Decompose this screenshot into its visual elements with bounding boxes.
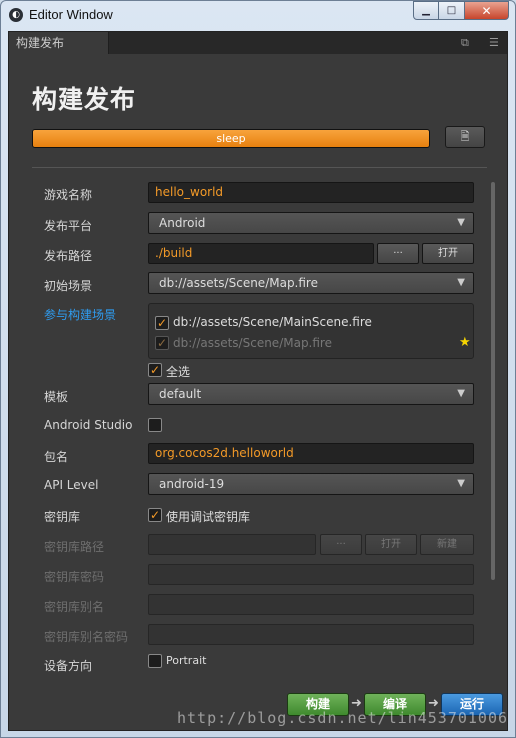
new-keystore-button: 新建 bbox=[420, 534, 474, 555]
platform-value: Android bbox=[159, 216, 206, 230]
android-studio-label: Android Studio bbox=[44, 418, 133, 432]
watermark: http://blog.csdn.net/lin453701006 bbox=[177, 709, 509, 727]
dropdown-arrow-icon: ▼ bbox=[457, 217, 465, 228]
api-level-select[interactable]: android-19 ▼ bbox=[148, 473, 474, 495]
select-all-label: 全选 bbox=[166, 365, 191, 379]
build-path-input[interactable]: ./build bbox=[148, 243, 374, 264]
tab-bar: 构建发布 ⧉ ☰ bbox=[9, 32, 507, 54]
debug-keystore-checkbox[interactable]: ✓ bbox=[148, 508, 162, 522]
template-select[interactable]: default ▼ bbox=[148, 383, 474, 405]
popout-icon[interactable]: ⧉ bbox=[461, 36, 469, 50]
keystore-alias-label: 密钥库别名 bbox=[44, 600, 105, 614]
scene-path-map: db://assets/Scene/Map.fire bbox=[173, 336, 332, 350]
api-level-value: android-19 bbox=[159, 477, 225, 491]
keystore-path-input bbox=[148, 534, 316, 555]
progress-label: sleep bbox=[216, 132, 246, 145]
divider bbox=[32, 167, 487, 168]
document-icon: 🗎 bbox=[460, 130, 470, 143]
orientation-label: 设备方向 bbox=[44, 659, 93, 673]
app-icon: ◐ bbox=[9, 8, 23, 22]
portrait-checkbox[interactable] bbox=[148, 654, 162, 668]
platform-select[interactable]: Android ▼ bbox=[148, 212, 474, 234]
build-panel: 构建发布 ⧉ ☰ 构建发布 sleep 🗎 游戏名称 hello_world 发… bbox=[8, 31, 508, 731]
keystore-path-label: 密钥库路径 bbox=[44, 540, 105, 554]
title-bar[interactable]: ◐ Editor Window ▁ □ ✕ bbox=[1, 1, 515, 29]
game-name-input[interactable]: hello_world bbox=[148, 182, 474, 203]
platform-label: 发布平台 bbox=[44, 219, 93, 233]
select-all-checkbox[interactable]: ✓ bbox=[148, 363, 162, 377]
scene-checkbox-map: ✓ bbox=[155, 336, 169, 350]
keystore-password-label: 密钥库密码 bbox=[44, 570, 105, 584]
portrait-label: Portrait bbox=[166, 654, 207, 667]
template-label: 模板 bbox=[44, 390, 69, 404]
scene-path-mainscene: db://assets/Scene/MainScene.fire bbox=[173, 315, 372, 329]
open-build-path-button[interactable]: 打开 bbox=[422, 243, 474, 264]
browse-keystore-button: ··· bbox=[320, 534, 362, 555]
keystore-alias-password-label: 密钥库别名密码 bbox=[44, 630, 129, 644]
debug-keystore-label: 使用调试密钥库 bbox=[166, 510, 251, 524]
open-keystore-button: 打开 bbox=[365, 534, 417, 555]
keystore-alias-password-input bbox=[148, 624, 474, 645]
menu-icon[interactable]: ☰ bbox=[489, 36, 499, 49]
package-name-input[interactable]: org.cocos2d.helloworld bbox=[148, 443, 474, 464]
open-log-button[interactable]: 🗎 bbox=[445, 126, 485, 148]
template-value: default bbox=[159, 387, 202, 401]
build-progress-bar: sleep bbox=[32, 129, 430, 148]
package-name-label: 包名 bbox=[44, 450, 69, 464]
dropdown-arrow-icon: ▼ bbox=[457, 478, 465, 489]
scrollbar[interactable] bbox=[491, 182, 495, 580]
maximize-button[interactable]: □ bbox=[439, 1, 465, 20]
api-level-label: API Level bbox=[44, 478, 99, 492]
tab-build-publish[interactable]: 构建发布 bbox=[9, 32, 109, 54]
keystore-password-input bbox=[148, 564, 474, 585]
minimize-button[interactable]: ▁ bbox=[413, 1, 439, 20]
scene-checkbox-mainscene[interactable]: ✓ bbox=[155, 316, 169, 330]
start-scene-select[interactable]: db://assets/Scene/Map.fire ▼ bbox=[148, 272, 474, 294]
dropdown-arrow-icon: ▼ bbox=[457, 388, 465, 399]
window-title: Editor Window bbox=[29, 7, 113, 22]
start-scene-star-icon: ★ bbox=[459, 335, 471, 350]
page-title: 构建发布 bbox=[32, 85, 137, 114]
build-scenes-label: 参与构建场景 bbox=[44, 308, 117, 322]
browse-build-path-button[interactable]: ··· bbox=[377, 243, 419, 264]
start-scene-label: 初始场景 bbox=[44, 279, 93, 293]
android-studio-checkbox[interactable] bbox=[148, 418, 162, 432]
close-button[interactable]: ✕ bbox=[465, 1, 509, 20]
editor-window: ◐ Editor Window ▁ □ ✕ 构建发布 ⧉ ☰ 构建发布 slee… bbox=[0, 0, 516, 738]
scene-list: ✓ db://assets/Scene/MainScene.fire ✓ db:… bbox=[148, 303, 474, 359]
build-path-label: 发布路径 bbox=[44, 249, 93, 263]
keystore-label: 密钥库 bbox=[44, 510, 81, 524]
dropdown-arrow-icon: ▼ bbox=[457, 277, 465, 288]
start-scene-value: db://assets/Scene/Map.fire bbox=[159, 276, 318, 290]
game-name-label: 游戏名称 bbox=[44, 188, 93, 202]
keystore-alias-input bbox=[148, 594, 474, 615]
